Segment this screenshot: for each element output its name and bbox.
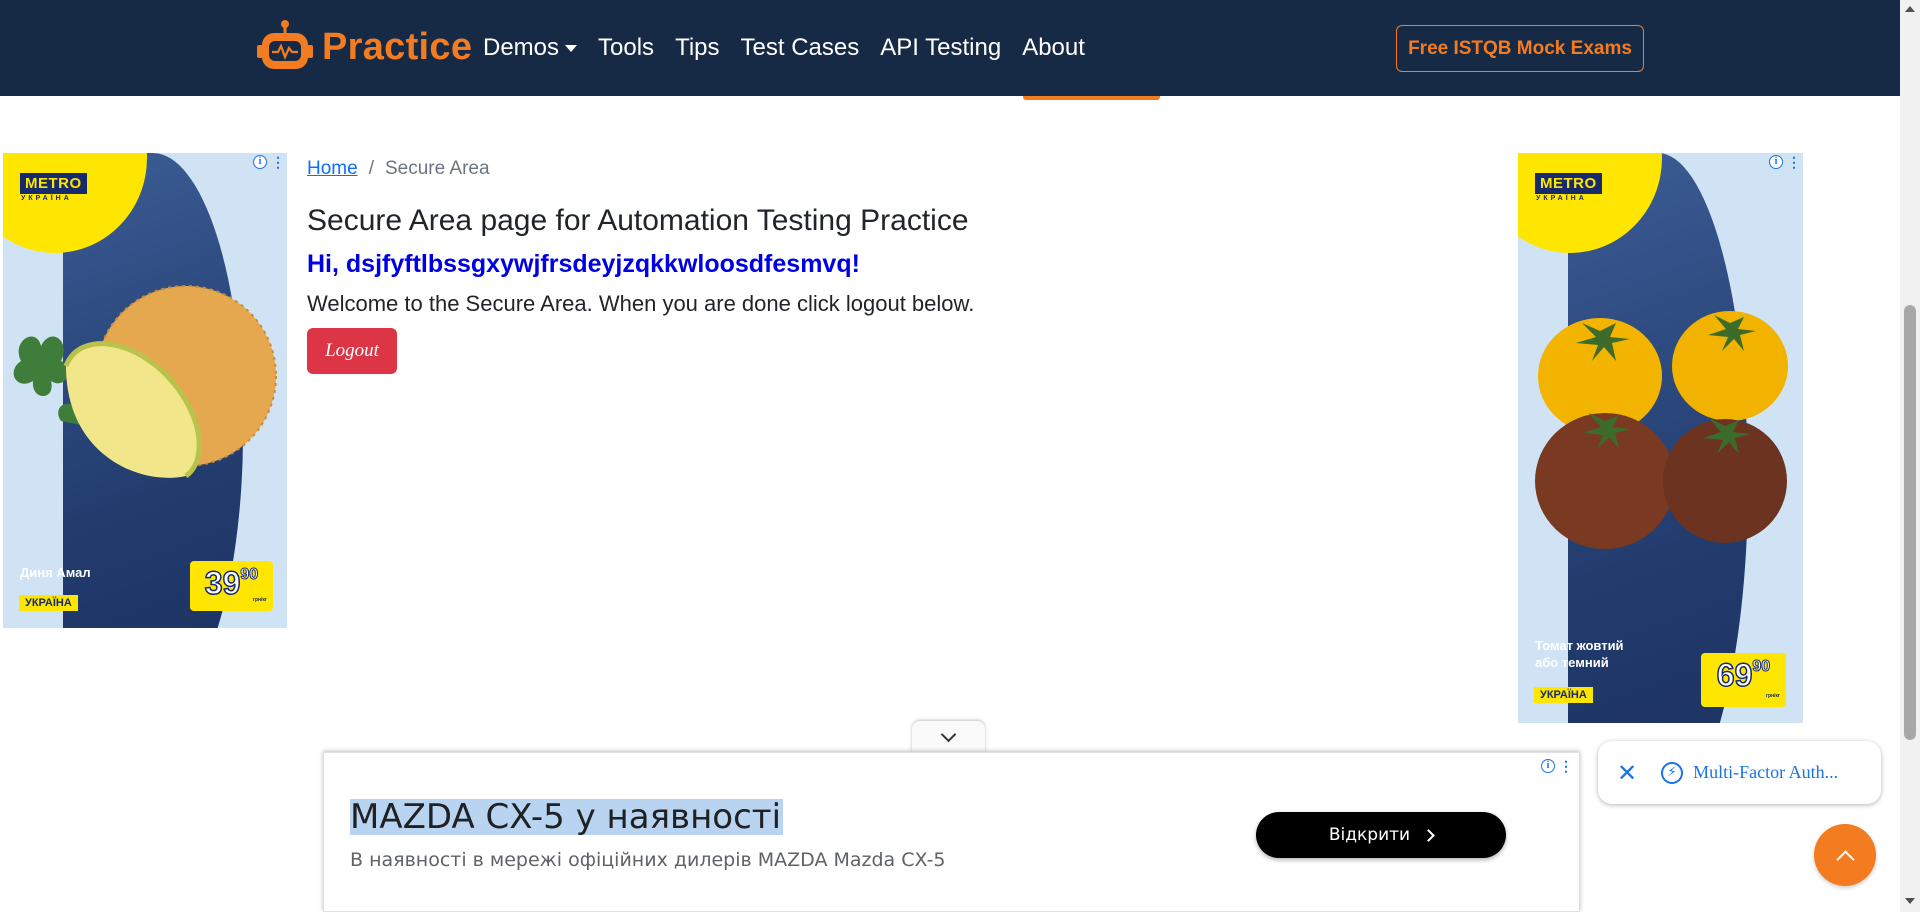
country-badge: УКРАЇНА [1534,687,1593,703]
right-ad[interactable]: METRO УКРАЇНА i ⋮ Томат жовтий або темни… [1518,153,1803,723]
price-integer: 69 [1716,657,1753,693]
scroll-down-arrow-icon[interactable] [1905,898,1915,904]
brand-name: Practice [322,25,473,68]
price-decimal: 90 [1752,658,1771,675]
metro-logo: METRO [1533,171,1604,196]
close-icon[interactable]: ✕ [1617,761,1637,785]
metro-logo-sub: УКРАЇНА [1536,195,1587,202]
banner-open-button[interactable]: Відкрити [1256,812,1506,858]
istqb-mock-exams-button[interactable]: Free ISTQB Mock Exams [1396,25,1644,72]
logout-button[interactable]: Logout [307,328,397,374]
ad-choices[interactable]: i ⋮ [253,155,285,169]
ad-choices[interactable]: i ⋮ [1769,155,1801,169]
breadcrumb-home-link[interactable]: Home [307,158,358,180]
breadcrumb-current: Secure Area [384,158,490,179]
breadcrumb-separator: / [368,158,374,179]
product-name-line-1: Томат жовтий [1535,638,1624,653]
banner-open-label: Відкрити [1328,825,1411,845]
bottom-banner-ad[interactable]: i ⋮ MAZDA CX-5 у наявності В наявності в… [323,752,1580,912]
brand-link[interactable]: Practice [256,18,472,76]
price-unit: грн/кг [252,597,267,603]
ad-choices[interactable]: i ⋮ [1541,759,1573,773]
country-badge: УКРАЇНА [19,595,78,611]
price-decimal: 90 [240,566,259,583]
metro-logo-sub: УКРАЇНА [21,195,72,202]
page-scrollbar[interactable] [1900,0,1920,912]
user-greeting: Hi, dsjfyftlbssgxywjfrsdeyjzqkkwloosdfes… [307,250,860,278]
nav-api-testing[interactable]: API Testing [880,34,1001,62]
more-vertical-icon[interactable]: ⋮ [1787,155,1801,169]
metro-logo: METRO [18,171,89,196]
page: Practice Demos Tools Tips Test Cases API… [0,0,1920,912]
nav-tips[interactable]: Tips [675,34,719,62]
price-tag: 69 90 грн/кг [1701,653,1786,707]
melon-image [13,285,277,479]
price-unit: грн/кг [1765,693,1780,699]
robot-logo-icon [257,20,313,69]
nav-test-cases[interactable]: Test Cases [741,34,860,62]
breadcrumb: Home / Secure Area [307,158,490,180]
info-icon[interactable]: i [253,155,267,169]
main-nav: Demos Tools Tips Test Cases API Testing … [483,34,1106,62]
chip-text[interactable]: Multi-Factor Auth... [1693,762,1838,783]
navbar: Practice Demos Tools Tips Test Cases API… [0,0,1900,96]
scroll-up-arrow-icon[interactable] [1905,6,1915,12]
info-icon[interactable]: i [1769,155,1783,169]
banner-title[interactable]: MAZDA CX-5 у наявності [350,799,784,835]
product-name: Диня Амал [20,565,91,580]
product-name-line-2: або темний [1535,655,1609,670]
tomatoes-image [1535,311,1788,549]
more-vertical-icon[interactable]: ⋮ [1559,759,1573,773]
left-ad[interactable]: METRO УКРАЇНА i ⋮ Диня Амал УКРАЇНА 39 9… [3,153,287,628]
price-integer: 39 [204,565,241,601]
chevron-up-icon [1835,849,1855,869]
product-name: Томат жовтий або темний [1535,637,1624,671]
back-to-top-button[interactable] [1814,824,1876,886]
floating-suggestion-chip[interactable]: ✕ ⚡ Multi-Factor Auth... [1598,741,1881,804]
welcome-message: Welcome to the Secure Area. When you are… [307,291,975,316]
chevron-right-icon [1422,828,1435,842]
chevron-down-icon [940,726,957,742]
more-vertical-icon[interactable]: ⋮ [271,155,285,169]
caret-down-icon [565,44,578,52]
info-icon[interactable]: i [1541,759,1555,773]
nav-demos[interactable]: Demos [483,34,578,62]
banner-description: В наявності в мережі офіційних дилерів M… [350,849,946,871]
page-title: Secure Area page for Automation Testing … [307,204,969,237]
nav-tools[interactable]: Tools [598,34,654,62]
nav-demos-label: Demos [483,34,560,61]
scrollbar-thumb[interactable] [1904,305,1916,740]
price-tag: 39 90 грн/кг [190,561,273,611]
banner-collapse-button[interactable] [912,721,985,753]
lightning-icon: ⚡ [1661,761,1684,784]
nav-about[interactable]: About [1022,34,1085,62]
nav-active-indicator [1023,96,1160,100]
